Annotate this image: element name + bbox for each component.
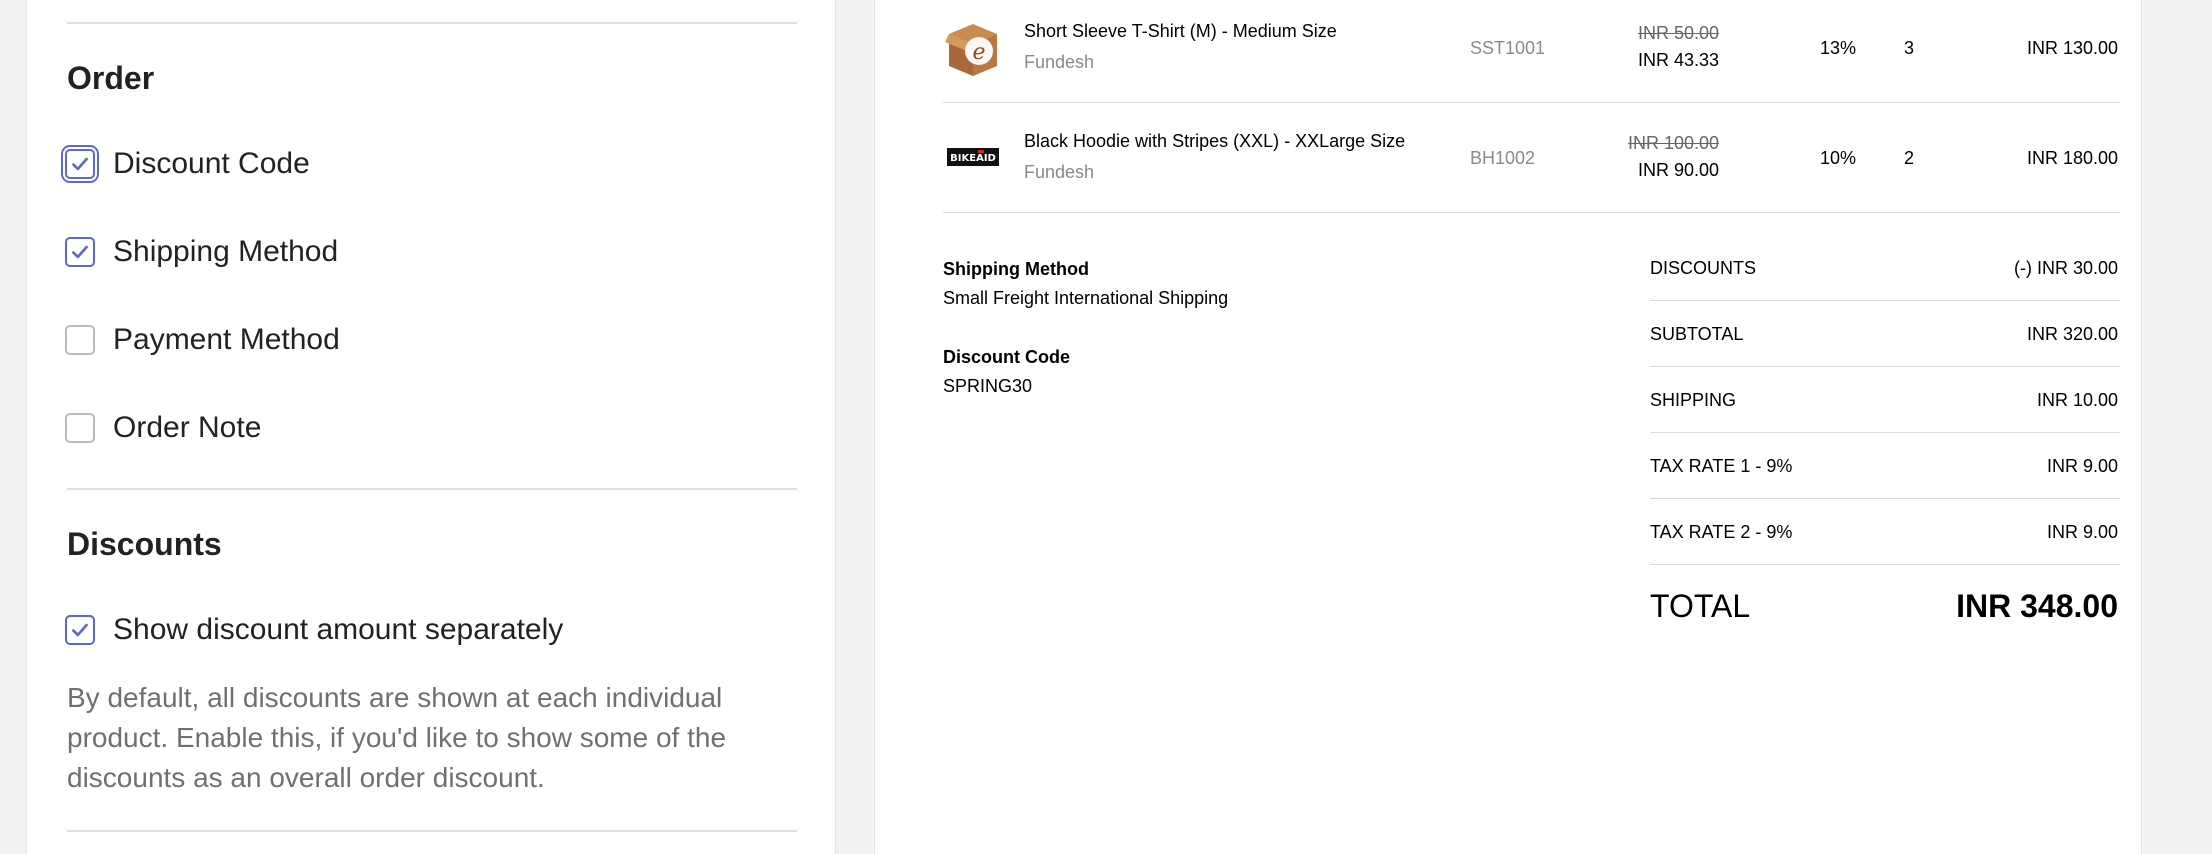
order-note-option[interactable]: Order Note	[65, 408, 261, 448]
svg-text:e: e	[972, 40, 985, 65]
summary-label: SHIPPING	[1650, 390, 1737, 410]
shipping-method-label: Shipping Method	[113, 235, 339, 268]
payment-method-checkbox[interactable]	[65, 325, 95, 355]
row-divider	[943, 212, 2120, 213]
item-qty: 3	[1903, 38, 1914, 58]
discounts-section-title: Discounts	[67, 526, 222, 562]
item-price: INR 90.00	[1637, 160, 1719, 180]
divider	[67, 22, 797, 24]
summary-divider	[1650, 498, 2120, 499]
divider	[67, 488, 797, 490]
item-original-price: INR 100.00	[1627, 133, 1719, 153]
show-discount-separately-option[interactable]: Show discount amount separately	[65, 610, 563, 650]
summary-label: SUBTOTAL	[1650, 324, 1744, 344]
bikeaid-logo-icon: BIKEAID	[947, 148, 999, 166]
discount-code-checkbox[interactable]	[65, 149, 95, 179]
summary-divider	[1650, 300, 2120, 301]
checkmark-icon	[72, 157, 88, 171]
item-name: Black Hoodie with Stripes (XXL) - XXLarg…	[1024, 131, 1406, 151]
cardboard-box-logo-icon: e	[945, 24, 997, 76]
row-divider	[943, 102, 2120, 103]
checkmark-icon	[72, 245, 88, 259]
show-discount-separately-checkbox[interactable]	[65, 615, 95, 645]
item-vendor: Fundesh	[1024, 52, 1095, 72]
invoice-preview: e Short Sleeve T-Shirt (M) - Medium Size…	[874, 0, 2142, 854]
order-note-checkbox[interactable]	[65, 413, 95, 443]
checkmark-icon	[72, 623, 88, 637]
item-qty: 2	[1903, 148, 1914, 168]
summary-value: (-) INR 30.00	[2013, 258, 2118, 278]
payment-method-option[interactable]: Payment Method	[65, 320, 340, 360]
summary-divider	[1650, 366, 2120, 367]
divider	[67, 830, 797, 832]
summary-divider	[1650, 564, 2120, 565]
discount-code-option[interactable]: Discount Code	[65, 144, 310, 184]
item-original-price: INR 50.00	[1637, 23, 1719, 43]
item-vendor: Fundesh	[1024, 162, 1095, 182]
summary-label: DISCOUNTS	[1650, 258, 1757, 278]
payment-method-label: Payment Method	[113, 323, 340, 356]
item-price: INR 43.33	[1637, 50, 1719, 70]
show-discount-separately-label: Show discount amount separately	[113, 613, 564, 646]
order-section-title: Order	[67, 60, 155, 96]
discount-code-value: SPRING30	[943, 376, 1033, 396]
shipping-method-checkbox[interactable]	[65, 237, 95, 267]
shipping-method-option[interactable]: Shipping Method	[65, 232, 338, 272]
item-tax: 13%	[1820, 38, 1857, 58]
shipping-method-value: Small Freight International Shipping	[943, 288, 1229, 308]
summary-divider	[1650, 432, 2120, 433]
summary-value: INR 9.00	[2046, 522, 2118, 542]
summary-label: TAX RATE 2 - 9%	[1650, 522, 1793, 542]
summary-value: INR 10.00	[2036, 390, 2118, 410]
item-tax: 10%	[1820, 148, 1857, 168]
summary-value: INR 9.00	[2046, 456, 2118, 476]
total-value: INR 348.00	[1956, 588, 2118, 624]
item-name: Short Sleeve T-Shirt (M) - Medium Size	[1024, 21, 1337, 41]
item-sku: SST1001	[1470, 38, 1546, 58]
order-note-label: Order Note	[113, 411, 262, 444]
shipping-method-heading: Shipping Method	[943, 259, 1089, 279]
total-label: TOTAL	[1650, 588, 1751, 624]
settings-panel: Order Discount Code Shipping Method Paym…	[26, 0, 836, 854]
item-total: INR 130.00	[2026, 38, 2118, 58]
item-total: INR 180.00	[2026, 148, 2118, 168]
discount-code-label: Discount Code	[113, 147, 310, 180]
item-sku: BH1002	[1470, 148, 1536, 168]
svg-text:BIKEAID: BIKEAID	[950, 153, 996, 164]
discount-code-heading: Discount Code	[943, 347, 1071, 367]
summary-label: TAX RATE 1 - 9%	[1650, 456, 1793, 476]
discounts-help-text: By default, all discounts are shown at e…	[67, 682, 727, 793]
summary-value: INR 320.00	[2026, 324, 2118, 344]
